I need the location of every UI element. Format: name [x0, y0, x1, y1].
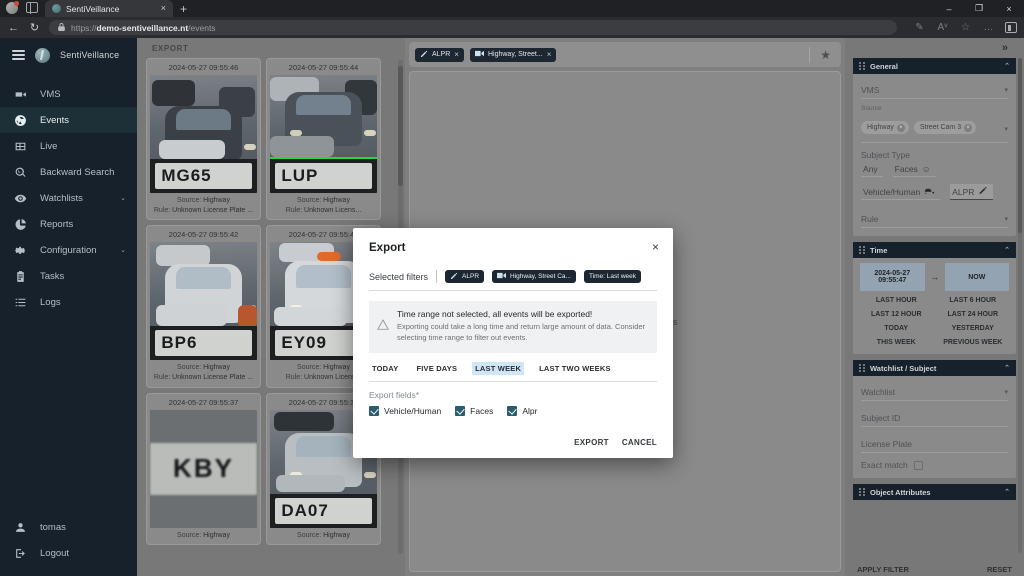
time-range-selector: TODAY FIVE DAYS LAST WEEK LAST TWO WEEKS — [369, 361, 657, 382]
warning-triangle-icon — [377, 319, 389, 333]
browser-toolbar-right: ✎ Aᵛ ☆ … — [905, 22, 1017, 33]
dialog-actions: EXPORT CANCEL — [574, 438, 657, 447]
browser-sidebar-icon[interactable] — [1005, 22, 1017, 33]
export-fields-row: Vehicle/Human Faces Alpr — [369, 405, 657, 416]
warning-text-wrap: Time range not selected, all events will… — [397, 309, 647, 344]
tab-title: SentiVeillance — [66, 3, 120, 14]
minimize-button[interactable]: – — [934, 0, 964, 17]
warning-title: Time range not selected, all events will… — [397, 309, 593, 319]
export-button[interactable]: EXPORT — [574, 438, 609, 447]
dialog-chip-sources: Highway, Street Ca... — [492, 270, 576, 283]
export-dialog: Export × Selected filters ALPR Highway, … — [353, 228, 673, 458]
favorite-star-icon[interactable]: ☆ — [959, 22, 972, 33]
more-options-icon[interactable]: … — [982, 22, 995, 33]
dialog-chip-time: Time: Last week — [583, 270, 642, 283]
selected-filters-label: Selected filters — [369, 271, 429, 282]
checkbox-label: Faces — [470, 405, 494, 416]
chip-label: Highway, Street Ca... — [510, 273, 571, 280]
address-bar[interactable]: https://demo-sentiveillance.nt/events — [49, 20, 897, 35]
read-aloud-icon[interactable]: Aᵛ — [936, 22, 949, 33]
browser-tab-bar: SentiVeillance × + – ❐ × — [0, 0, 1024, 17]
checkbox-label: Alpr — [522, 405, 538, 416]
dialog-title: Export — [369, 242, 406, 254]
checkbox-box[interactable] — [369, 405, 379, 416]
reload-icon[interactable]: ↻ — [28, 21, 41, 34]
split-screen-icon[interactable] — [26, 2, 39, 15]
back-icon[interactable]: ← — [7, 22, 20, 34]
warning-box: Time range not selected, all events will… — [369, 301, 657, 353]
checkbox-box[interactable] — [507, 405, 518, 416]
alpr-icon — [450, 272, 458, 282]
checkbox-alpr[interactable]: Alpr — [507, 405, 538, 416]
lock-icon — [58, 22, 65, 33]
dialog-chip-alpr: ALPR — [445, 270, 485, 283]
range-last-week[interactable]: LAST WEEK — [472, 361, 525, 375]
close-icon[interactable]: × — [652, 240, 659, 254]
selected-filters-row: Selected filters ALPR Highway, Street Ca… — [369, 270, 657, 291]
window-controls: – ❐ × — [934, 0, 1024, 17]
warning-body: Exporting could take a long time and ret… — [397, 322, 646, 342]
vertical-separator — [436, 270, 438, 283]
application-window: SentiVeillance VMS Events Live Backward … — [0, 38, 1024, 576]
checkbox-vehicle-human[interactable]: Vehicle/Human — [369, 405, 442, 416]
range-last-two-weeks[interactable]: LAST TWO WEEKS — [536, 362, 614, 375]
export-fields-label: Export fields* — [369, 389, 420, 400]
checkbox-faces[interactable]: Faces — [455, 405, 494, 416]
account-avatar-icon[interactable] — [6, 1, 19, 15]
restore-button[interactable]: ❐ — [964, 0, 994, 17]
checkbox-label: Vehicle/Human — [384, 405, 442, 416]
close-tab-icon[interactable]: × — [159, 4, 168, 13]
chip-label: Time: Last week — [588, 273, 637, 280]
new-tab-button[interactable]: + — [180, 3, 187, 17]
cancel-button[interactable]: CANCEL — [622, 438, 657, 447]
range-five-days[interactable]: FIVE DAYS — [413, 362, 460, 375]
window-left-buttons — [0, 1, 45, 17]
checkbox-box[interactable] — [455, 405, 466, 416]
url-text: https://demo-sentiveillance.nt/events — [71, 22, 216, 33]
chip-label: ALPR — [462, 273, 480, 280]
close-window-button[interactable]: × — [994, 0, 1024, 17]
tab-favicon-icon — [52, 4, 61, 13]
pen-icon[interactable]: ✎ — [913, 22, 926, 33]
browser-tab[interactable]: SentiVeillance × — [45, 0, 173, 17]
camera-icon — [497, 272, 507, 281]
browser-url-bar: ← ↻ https://demo-sentiveillance.nt/event… — [0, 17, 1024, 38]
range-today[interactable]: TODAY — [369, 362, 401, 375]
